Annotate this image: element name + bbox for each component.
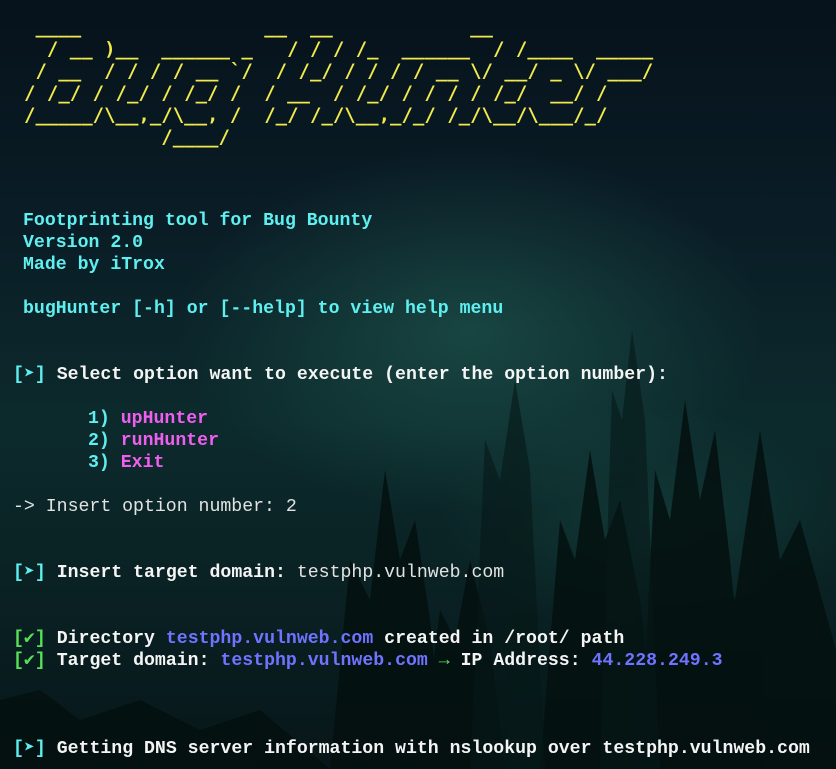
ip-address-label: IP Address:: [460, 651, 581, 671]
prompt-marker-icon: [➤]: [13, 365, 46, 385]
option-number: 3): [88, 453, 110, 473]
menu-option-3: 3) Exit: [88, 452, 164, 474]
option-label-uphunter: upHunter: [120, 409, 209, 429]
target-input-label: Insert target domain:: [56, 563, 286, 583]
target-domain-value: testphp.vulnweb.com: [220, 651, 428, 671]
target-domain-label: Target domain:: [56, 651, 210, 671]
ip-address-value: 44.228.249.3: [591, 651, 723, 671]
menu-option-1: 1) upHunter: [88, 408, 208, 430]
dns-lookup-line: [➤] Getting DNS server information with …: [13, 738, 810, 760]
right-arrow-icon: →: [438, 651, 450, 671]
menu-prompt-line: [➤] Select option want to execute (enter…: [13, 364, 668, 386]
bughunter-ascii-banner: ____ __ __ __ / __ )__ ______ _ / / / /_…: [24, 16, 654, 148]
directory-domain: testphp.vulnweb.com: [165, 629, 374, 649]
terminal-window[interactable]: ____ __ __ __ / __ )__ ______ _ / / / /_…: [0, 0, 836, 769]
option-label-runhunter: runHunter: [120, 431, 219, 451]
check-icon: [✔]: [13, 629, 46, 649]
menu-option-2: 2) runHunter: [88, 430, 219, 452]
option-input-label: -> Insert option number:: [13, 497, 286, 517]
directory-label: Directory: [56, 629, 155, 649]
tool-author: Made by iTrox: [23, 255, 165, 275]
target-input-line[interactable]: [➤] Insert target domain: testphp.vulnwe…: [13, 562, 504, 584]
help-hint: bugHunter [-h] or [--help] to view help …: [23, 299, 504, 319]
dns-lookup-text: Getting DNS server information with nslo…: [56, 739, 810, 759]
prompt-marker-icon: [➤]: [13, 739, 46, 759]
tool-description: Footprinting tool for Bug Bounty: [23, 211, 373, 231]
directory-created-line: [✔] Directory testphp.vulnweb.com create…: [13, 628, 624, 650]
option-number: 2): [88, 431, 110, 451]
target-input-value[interactable]: testphp.vulnweb.com: [297, 563, 504, 583]
directory-suffix: created in /root/ path: [384, 629, 625, 649]
tool-version: Version 2.0: [23, 233, 144, 253]
option-label-exit: Exit: [120, 453, 165, 473]
option-number: 1): [88, 409, 110, 429]
option-input-value[interactable]: 2: [286, 497, 297, 517]
check-icon: [✔]: [13, 651, 46, 671]
menu-prompt-text: Select option want to execute (enter the…: [56, 365, 668, 385]
option-input-line[interactable]: -> Insert option number: 2: [13, 496, 297, 518]
target-ip-line: [✔] Target domain: testphp.vulnweb.com →…: [13, 650, 723, 672]
prompt-marker-icon: [➤]: [13, 563, 46, 583]
